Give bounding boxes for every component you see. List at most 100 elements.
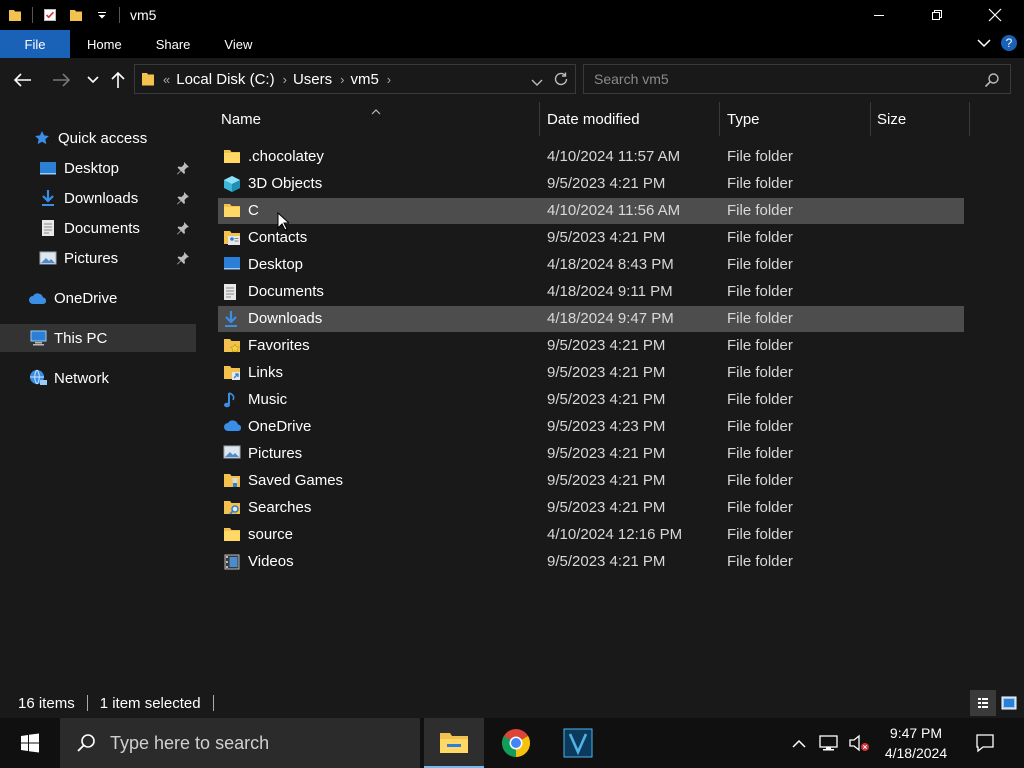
back-button[interactable] bbox=[10, 68, 36, 92]
large-icons-view-button[interactable] bbox=[996, 690, 1022, 716]
file-row[interactable]: OneDrive 9/5/2023 4:23 PM File folder bbox=[218, 414, 964, 440]
navigation-pane: Quick access Desktop Downloads Documents bbox=[0, 102, 196, 688]
pin-icon[interactable] bbox=[176, 161, 190, 175]
search-box[interactable]: Search vm5 bbox=[583, 64, 1011, 94]
file-row[interactable]: Saved Games 9/5/2023 4:21 PM File folder bbox=[218, 468, 964, 494]
file-row[interactable]: Desktop 4/18/2024 8:43 PM File folder bbox=[218, 252, 964, 278]
pin-icon[interactable] bbox=[176, 251, 190, 265]
windows-logo-icon bbox=[21, 733, 39, 753]
restore-button[interactable] bbox=[908, 0, 966, 30]
network-tray-icon[interactable] bbox=[816, 718, 842, 768]
volume-muted-icon[interactable] bbox=[846, 718, 872, 768]
taskbar-search-placeholder: Type here to search bbox=[110, 732, 270, 753]
taskbar-search[interactable]: Type here to search bbox=[60, 718, 420, 768]
file-row[interactable]: source 4/10/2024 12:16 PM File folder bbox=[218, 522, 964, 548]
file-row[interactable]: Videos 9/5/2023 4:21 PM File folder bbox=[218, 549, 964, 575]
file-row-selected[interactable]: Downloads 4/18/2024 9:47 PM File folder bbox=[218, 306, 964, 332]
tab-view[interactable]: View bbox=[207, 30, 269, 58]
recent-locations-button[interactable] bbox=[80, 68, 106, 92]
start-button[interactable] bbox=[0, 718, 60, 768]
chrome-taskbar-button[interactable] bbox=[486, 718, 546, 768]
saved-games-icon bbox=[223, 472, 241, 490]
file-row[interactable]: Contacts 9/5/2023 4:21 PM File folder bbox=[218, 225, 964, 251]
nav-item-pictures[interactable]: Pictures bbox=[0, 244, 196, 272]
nav-item-this-pc[interactable]: This PC bbox=[0, 324, 196, 352]
column-header-type[interactable]: Type bbox=[727, 102, 760, 136]
file-row[interactable]: Documents 4/18/2024 9:11 PM File folder bbox=[218, 279, 964, 305]
show-hidden-icons-button[interactable] bbox=[788, 718, 810, 768]
file-row[interactable]: C 4/10/2024 11:56 AM File folder bbox=[218, 198, 964, 224]
column-divider[interactable] bbox=[539, 102, 540, 136]
notification-center-icon bbox=[976, 734, 994, 753]
file-row[interactable]: Pictures 9/5/2023 4:21 PM File folder bbox=[218, 441, 964, 467]
notifications-button[interactable] bbox=[970, 718, 1000, 768]
properties-icon[interactable] bbox=[42, 7, 58, 23]
expand-ribbon-icon[interactable] bbox=[976, 35, 992, 54]
nav-item-label: Documents bbox=[64, 219, 140, 237]
help-icon[interactable]: ? bbox=[1000, 34, 1018, 55]
forward-button[interactable] bbox=[48, 68, 74, 92]
tab-share[interactable]: Share bbox=[139, 30, 208, 58]
file-row[interactable]: 3D Objects 9/5/2023 4:21 PM File folder bbox=[218, 171, 964, 197]
tab-home[interactable]: Home bbox=[70, 30, 139, 58]
close-button[interactable] bbox=[966, 0, 1024, 30]
refresh-icon[interactable] bbox=[553, 71, 569, 90]
nav-item-downloads[interactable]: Downloads bbox=[0, 184, 196, 212]
file-type: File folder bbox=[727, 148, 793, 165]
search-icon[interactable] bbox=[984, 72, 1000, 91]
new-folder-icon[interactable] bbox=[68, 7, 84, 23]
file-type: File folder bbox=[727, 499, 793, 516]
breadcrumb-local-disk[interactable]: Local Disk (C:) bbox=[176, 71, 274, 88]
customize-toolbar-icon[interactable] bbox=[94, 7, 110, 23]
overflow-chevron[interactable]: « bbox=[163, 72, 170, 87]
column-header-date[interactable]: Date modified bbox=[547, 102, 640, 136]
file-row[interactable]: Links 9/5/2023 4:21 PM File folder bbox=[218, 360, 964, 386]
breadcrumb-separator[interactable]: › bbox=[387, 72, 391, 87]
file-type: File folder bbox=[727, 337, 793, 354]
desktop-icon bbox=[38, 158, 58, 178]
download-icon bbox=[223, 310, 241, 328]
file-date-modified: 4/18/2024 9:11 PM bbox=[547, 283, 673, 300]
file-name: Downloads bbox=[248, 310, 323, 327]
v-app-taskbar-button[interactable] bbox=[548, 718, 608, 768]
file-type: File folder bbox=[727, 283, 793, 300]
file-row[interactable]: Music 9/5/2023 4:21 PM File folder bbox=[218, 387, 964, 413]
status-separator bbox=[86, 695, 88, 711]
column-header-size[interactable]: Size bbox=[877, 102, 906, 136]
computer-icon bbox=[28, 328, 48, 348]
file-row[interactable]: .chocolatey 4/10/2024 11:57 AM File folder bbox=[218, 144, 964, 170]
breadcrumb-separator[interactable]: › bbox=[340, 72, 344, 87]
column-divider[interactable] bbox=[870, 102, 871, 136]
nav-item-onedrive[interactable]: OneDrive bbox=[0, 284, 196, 312]
file-row[interactable]: Searches 9/5/2023 4:21 PM File folder bbox=[218, 495, 964, 521]
up-button[interactable] bbox=[105, 68, 131, 92]
file-explorer-taskbar-button[interactable] bbox=[424, 718, 484, 768]
breadcrumb-separator[interactable]: › bbox=[283, 72, 287, 87]
column-divider[interactable] bbox=[719, 102, 720, 136]
column-header-name[interactable]: Name bbox=[221, 102, 261, 136]
clock-date: 4/18/2024 bbox=[884, 745, 948, 761]
nav-item-quick-access[interactable]: Quick access bbox=[0, 124, 196, 152]
address-bar[interactable]: « Local Disk (C:) › Users › vm5 › bbox=[134, 64, 576, 94]
taskbar-clock[interactable]: 9:47 PM 4/18/2024 bbox=[878, 723, 954, 763]
details-view-button[interactable] bbox=[970, 690, 996, 716]
column-divider[interactable] bbox=[969, 102, 970, 136]
file-row[interactable]: Favorites 9/5/2023 4:21 PM File folder bbox=[218, 333, 964, 359]
nav-item-network[interactable]: Network bbox=[0, 364, 196, 392]
file-name: Music bbox=[248, 391, 288, 408]
nav-item-desktop[interactable]: Desktop bbox=[0, 154, 196, 182]
breadcrumb-users[interactable]: Users bbox=[293, 71, 332, 88]
pin-icon[interactable] bbox=[176, 221, 190, 235]
pin-icon[interactable] bbox=[176, 191, 190, 205]
star-icon bbox=[32, 128, 52, 148]
file-date-modified: 9/5/2023 4:23 PM bbox=[547, 418, 666, 435]
nav-item-documents[interactable]: Documents bbox=[0, 214, 196, 242]
cloud-icon bbox=[223, 418, 242, 436]
cube-icon bbox=[223, 175, 241, 193]
file-type: File folder bbox=[727, 445, 793, 462]
minimize-button[interactable] bbox=[850, 0, 908, 30]
address-dropdown-icon[interactable] bbox=[531, 74, 543, 90]
search-placeholder: Search vm5 bbox=[594, 71, 669, 87]
tab-file[interactable]: File bbox=[0, 30, 70, 58]
breadcrumb-vm5[interactable]: vm5 bbox=[350, 71, 378, 88]
